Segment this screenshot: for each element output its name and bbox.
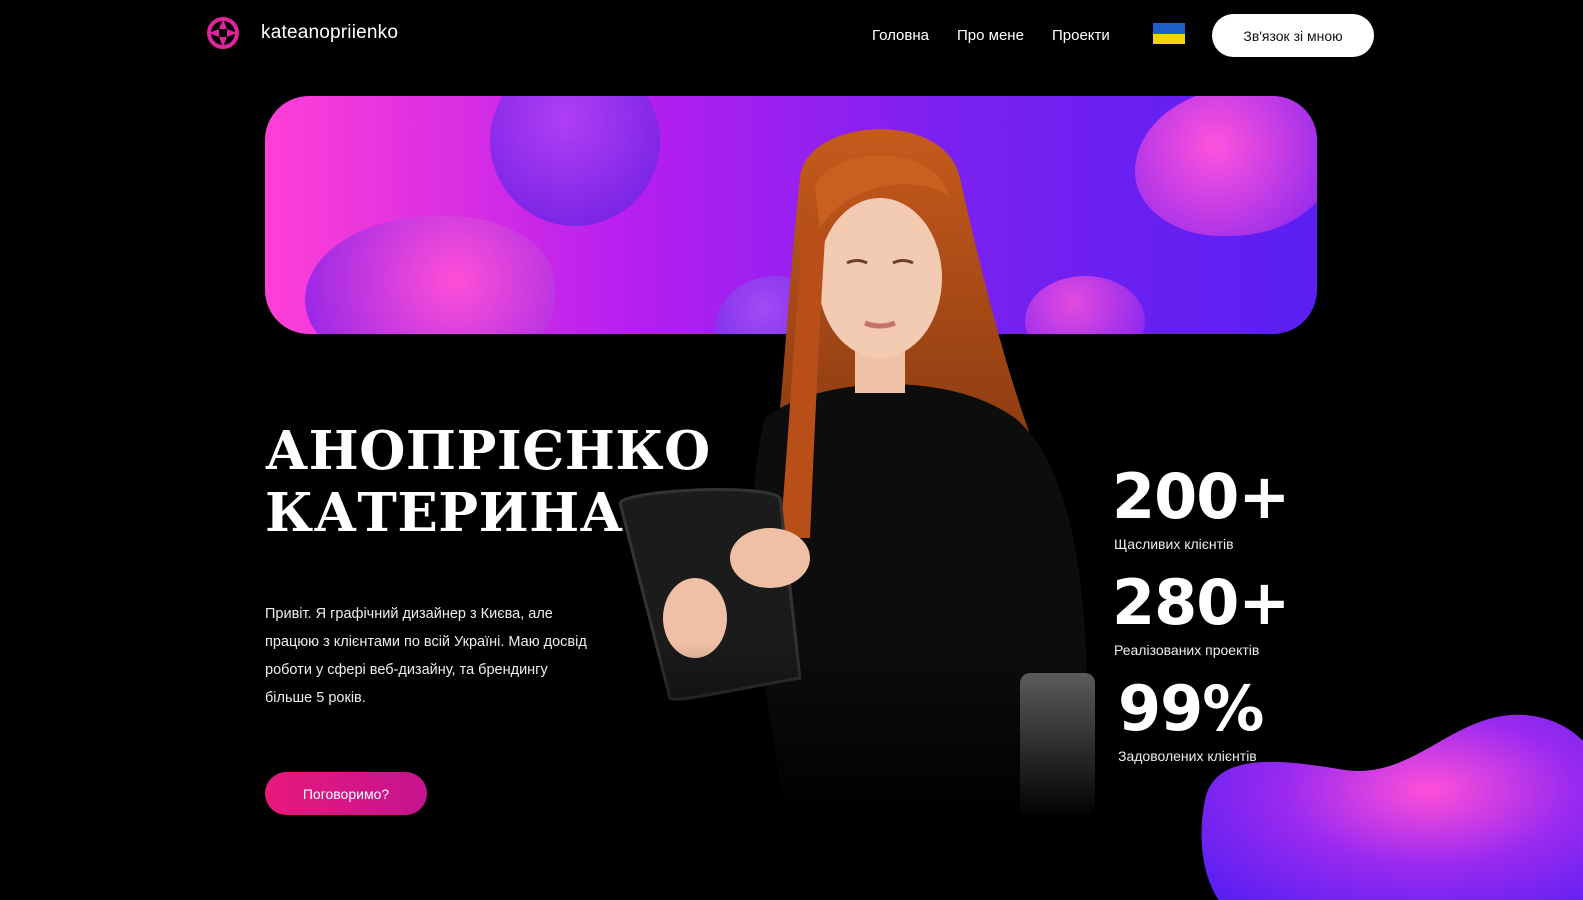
contact-button[interactable]: Зв'язок зі мною — [1212, 14, 1374, 57]
logo-text[interactable]: kateanopriienko — [261, 22, 398, 44]
title-line-surname: АНОПРІЄНКО — [265, 420, 711, 482]
hero-description: Привіт. Я графічний дизайнер з Києва, ал… — [265, 606, 587, 706]
stat-clients-label: Щасливих клієнтів — [1114, 536, 1234, 552]
hero-title: АНОПРІЄНКО КАТЕРИНА — [265, 420, 711, 544]
title-line-name: КАТЕРИНА — [265, 482, 624, 544]
nav-home[interactable]: Головна — [872, 27, 929, 44]
aperture-logo-icon[interactable] — [207, 17, 239, 49]
nav-about[interactable]: Про мене — [957, 27, 1024, 44]
nav-projects[interactable]: Проекти — [1052, 27, 1110, 44]
stat-clients-value: 200+ — [1112, 460, 1290, 533]
stat-projects-value: 280+ — [1112, 566, 1290, 639]
stat-projects-label: Реалізованих проектів — [1114, 642, 1260, 658]
ukraine-flag-icon[interactable] — [1153, 23, 1185, 44]
decorative-blob — [1201, 714, 1583, 900]
lets-talk-button[interactable]: Поговоримо? — [265, 772, 427, 815]
